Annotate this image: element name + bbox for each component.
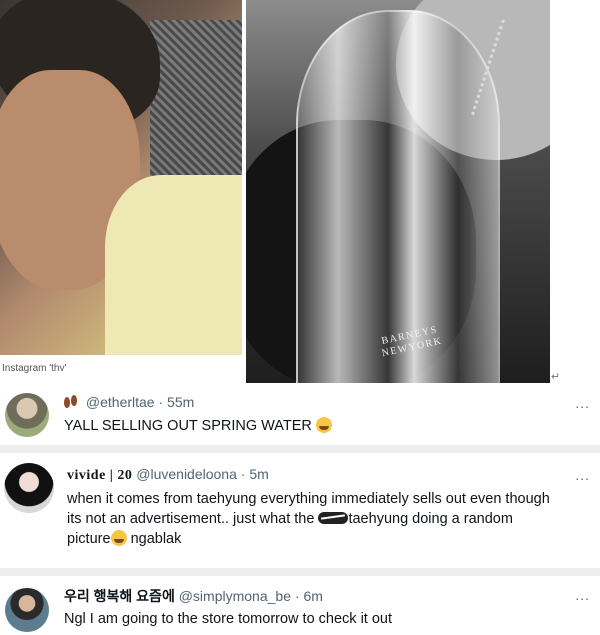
crying-face-icon [315, 417, 332, 433]
tweet-text-fragment: picture [67, 531, 111, 547]
tweet-header: @etherltae · 55m [64, 394, 194, 410]
handle[interactable]: @simplymona_be [179, 588, 291, 604]
caption-text: Instagram 'thv' [2, 363, 67, 374]
more-options-icon[interactable]: ... [575, 587, 590, 603]
avatar[interactable] [4, 463, 54, 513]
scribbled-out-word [318, 512, 349, 524]
more-options-icon[interactable]: ... [575, 467, 590, 483]
tweet-text-fragment: ngablak [130, 531, 182, 547]
avatar[interactable] [5, 588, 49, 632]
tweet-header: vivide | 20 @luvenideloona · 5m [67, 466, 269, 484]
more-options-icon[interactable]: ... [575, 395, 590, 411]
tweet-text: Ngl I am going to the store tomorrow to … [64, 611, 393, 627]
tweet[interactable]: vivide | 20 @luvenideloona · 5m when it … [0, 453, 600, 568]
footprints-icon [64, 395, 78, 409]
bottle-photo: BARNEYS NEWYORK [246, 0, 550, 383]
timestamp[interactable]: 5m [249, 466, 268, 482]
divider [0, 445, 600, 453]
divider [0, 568, 600, 576]
tweet[interactable]: @etherltae · 55m YALL SELLING OUT SPRING… [0, 385, 600, 445]
tweet[interactable]: 우리 행복해 요즘에 @simplymona_be · 6m Ngl I am … [0, 576, 600, 635]
mesh-background [150, 20, 242, 190]
return-arrow-icon: ↵ [551, 371, 561, 383]
tweet-text-line: picture ngablak [67, 529, 592, 549]
display-name[interactable]: 우리 행복해 요즘에 [64, 588, 175, 604]
separator-dot: · [294, 588, 300, 604]
tweet-text-line: its not an advertisement.. just what the… [67, 509, 592, 529]
tweet-text: YALL SELLING OUT SPRING WATER [64, 416, 332, 436]
image-caption: Instagram 'thv' [0, 355, 242, 385]
tweet-text-content: YALL SELLING OUT SPRING WATER [64, 418, 312, 434]
glass-bottle [296, 10, 500, 383]
timestamp[interactable]: 6m [303, 588, 322, 604]
timestamp[interactable]: 55m [167, 394, 194, 410]
separator-dot: · [240, 466, 246, 482]
tweet-header: 우리 행복해 요즘에 @simplymona_be · 6m [64, 586, 323, 606]
tweet-text-fragment: its not an advertisement.. just what the [67, 511, 315, 527]
image-collage: Instagram 'thv' BARNEYS NEWYORK ↵ [0, 0, 600, 385]
selfie-photo [0, 0, 242, 355]
tweet-text-fragment: taehyung doing a random [348, 511, 513, 527]
tweet-text-line: when it comes from taehyung everything i… [67, 491, 550, 507]
tweet-text: when it comes from taehyung everything i… [67, 489, 592, 549]
laughing-face-icon [110, 530, 127, 546]
avatar[interactable] [5, 393, 49, 437]
handle[interactable]: @etherltae [86, 394, 155, 410]
handle[interactable]: @luvenideloona [136, 466, 237, 482]
separator-dot: · [158, 394, 164, 410]
hoodie [105, 175, 242, 355]
display-name[interactable]: vivide | 20 [67, 468, 132, 483]
